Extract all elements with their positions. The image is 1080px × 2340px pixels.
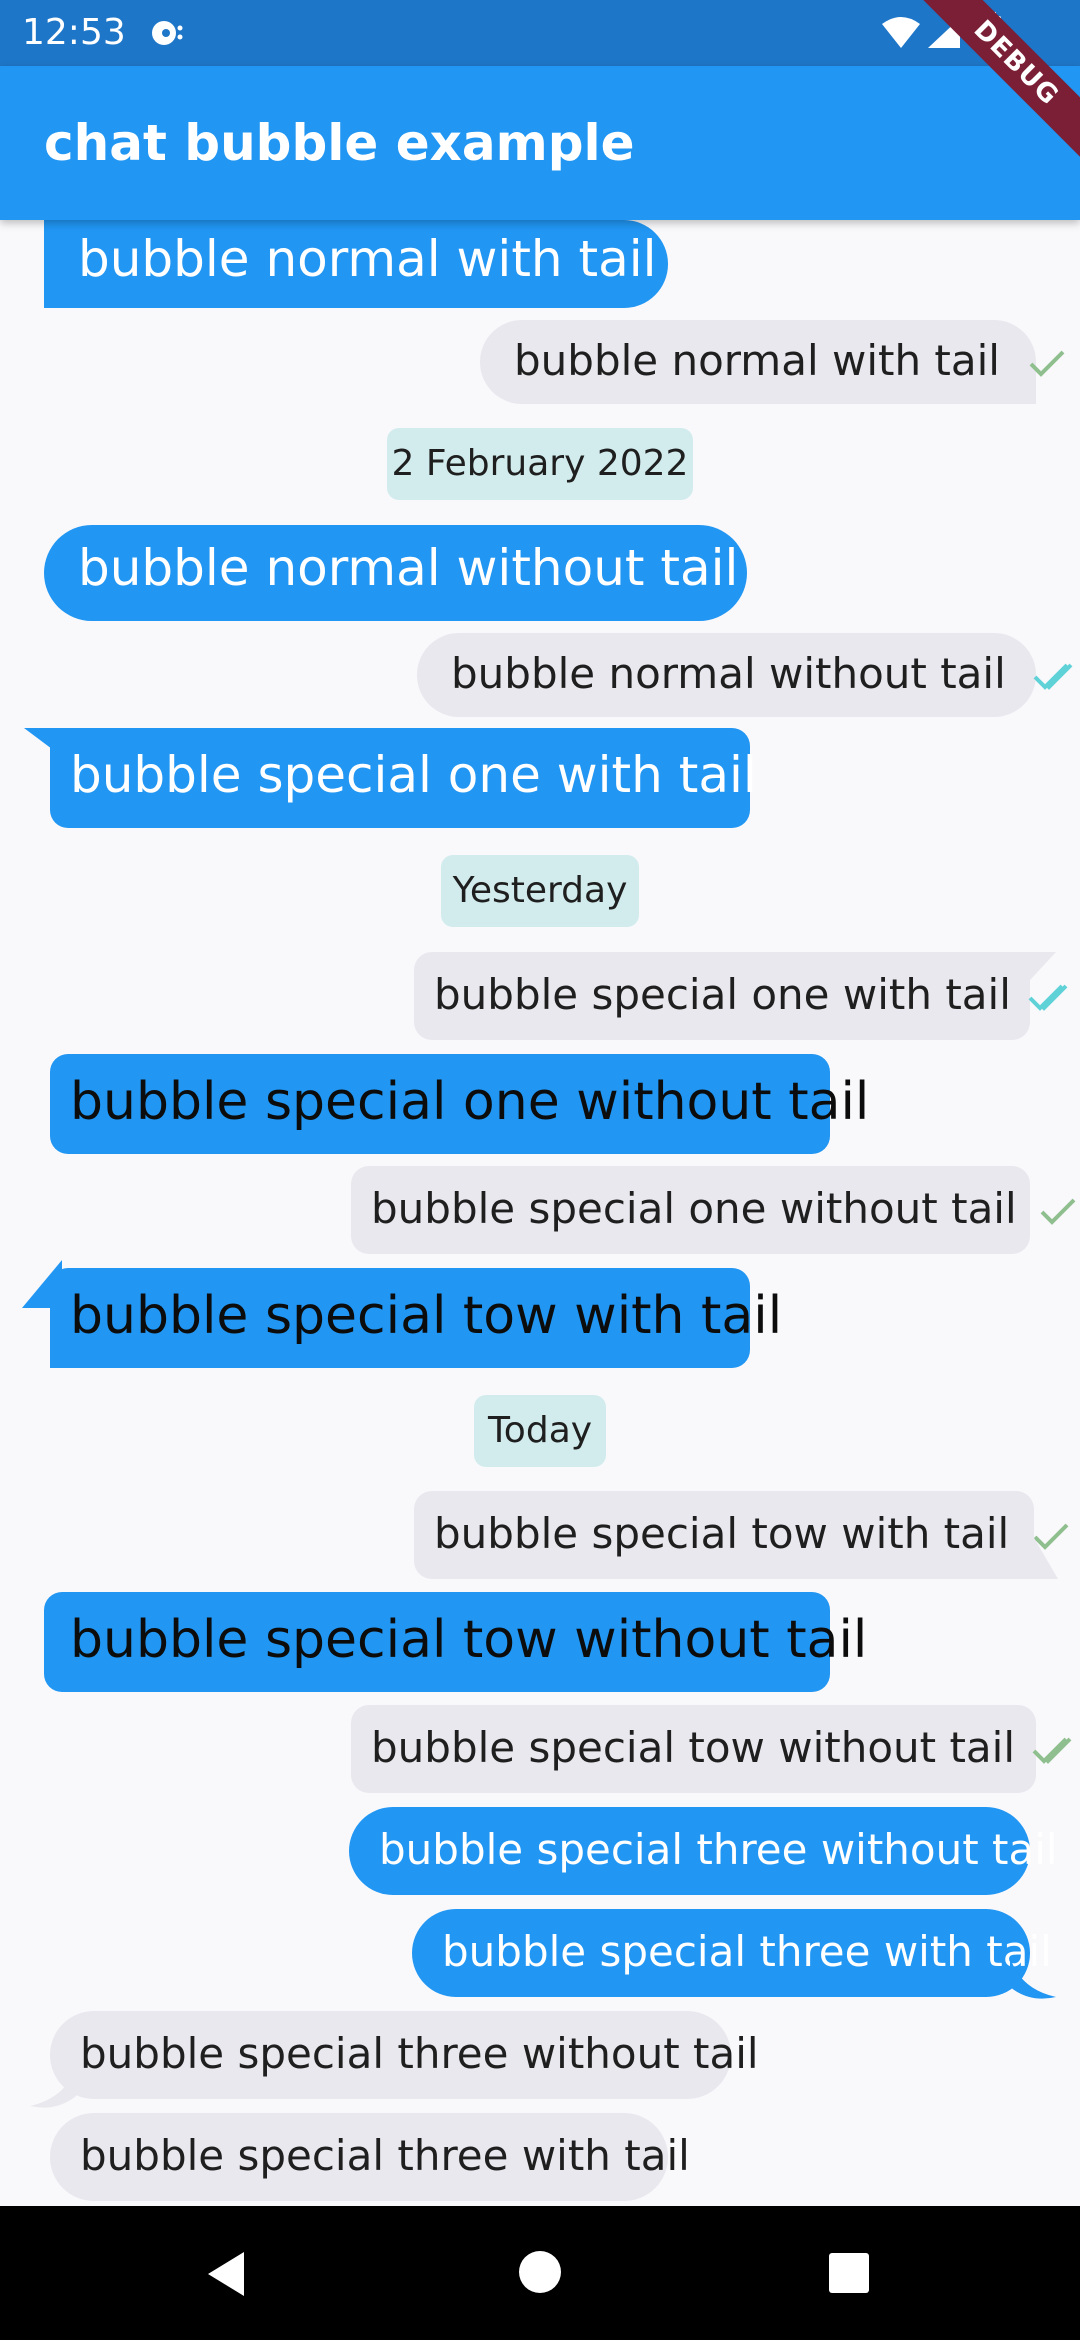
status-bar: 12:53 xyxy=(0,0,1080,66)
message-bubble[interactable]: bubble special three with tail xyxy=(412,1909,1052,1997)
status-time: 12:53 xyxy=(22,12,126,53)
message-text: bubble special three with tail xyxy=(80,2131,690,2180)
recents-icon[interactable] xyxy=(828,2252,870,2298)
double-check-icon xyxy=(1032,1726,1080,1775)
message-text: bubble special tow with tail xyxy=(434,1509,1010,1558)
message-text: bubble special one without tail xyxy=(70,1072,870,1132)
message-bubble[interactable]: bubble special one with tail xyxy=(50,728,757,828)
message-text: bubble special tow without tail xyxy=(70,1610,868,1670)
message-bubble[interactable]: bubble normal without tail xyxy=(417,633,1073,717)
wifi-icon xyxy=(880,16,922,54)
message-bubble[interactable]: bubble normal without tail xyxy=(44,525,747,621)
message-text: bubble special tow with tail xyxy=(70,1286,783,1346)
message-text: bubble special three without tail xyxy=(80,2029,759,2078)
message-bubble[interactable]: bubble special one with tail xyxy=(414,952,1068,1040)
message-bubble[interactable]: bubble special tow without tail xyxy=(351,1705,1072,1793)
home-icon[interactable] xyxy=(518,2250,562,2298)
sent-check-icon xyxy=(1027,339,1067,388)
chat-list[interactable]: bubble normal with tail bubble normal wi… xyxy=(0,220,1080,2206)
bubble-tail xyxy=(1030,952,1056,984)
date-label: Today xyxy=(487,1410,593,1451)
debug-banner: DEBUG xyxy=(920,0,1080,160)
message-bubble[interactable]: bubble special one without tail xyxy=(351,1166,1076,1254)
message-bubble[interactable]: bubble special three without tail xyxy=(50,2011,759,2099)
message-text: bubble normal without tail xyxy=(451,649,1006,698)
message-text: bubble special one without tail xyxy=(371,1184,1017,1233)
bubble-tail xyxy=(1030,1531,1058,1583)
message-text: bubble special tow without tail xyxy=(371,1723,1016,1772)
message-text: bubble normal with tail xyxy=(514,336,1000,385)
message-bubble[interactable]: bubble special one without tail xyxy=(50,1054,869,1154)
date-label: 2 February 2022 xyxy=(391,443,689,484)
message-text: bubble normal with tail xyxy=(78,230,657,288)
message-bubble[interactable]: bubble normal with tail xyxy=(480,320,1065,404)
app-bar: chat bubble example xyxy=(0,66,1080,220)
media-icon xyxy=(150,18,186,52)
date-label: Yesterday xyxy=(452,870,628,911)
bubble-tail xyxy=(1010,1957,1056,2007)
message-bubble[interactable]: bubble special tow with tail xyxy=(414,1491,1069,1579)
message-text: bubble special three with tail xyxy=(442,1927,1052,1976)
message-text: bubble special one with tail xyxy=(434,970,1011,1019)
sent-check-icon xyxy=(1038,1187,1078,1236)
message-text: bubble normal without tail xyxy=(78,539,739,597)
double-check-icon xyxy=(1033,652,1080,701)
debug-banner-label: DEBUG xyxy=(920,0,1080,160)
navigation-bar xyxy=(0,2206,1080,2340)
back-icon[interactable] xyxy=(204,2250,248,2302)
date-chip: Yesterday xyxy=(441,855,639,927)
message-bubble[interactable]: bubble special tow with tail xyxy=(50,1268,782,1368)
date-chip: 2 February 2022 xyxy=(387,428,693,500)
message-bubble[interactable]: bubble special three with tail xyxy=(50,2113,690,2201)
date-chip: Today xyxy=(474,1395,606,1467)
bubble-tail xyxy=(30,2066,76,2116)
page-title: chat bubble example xyxy=(44,114,635,172)
message-bubble[interactable]: bubble special three without tail xyxy=(349,1807,1058,1895)
message-text: bubble special three without tail xyxy=(379,1825,1058,1874)
message-bubble[interactable]: bubble normal with tail xyxy=(44,220,668,308)
message-text: bubble special one with tail xyxy=(70,746,757,804)
message-bubble[interactable]: bubble special tow without tail xyxy=(44,1592,867,1692)
